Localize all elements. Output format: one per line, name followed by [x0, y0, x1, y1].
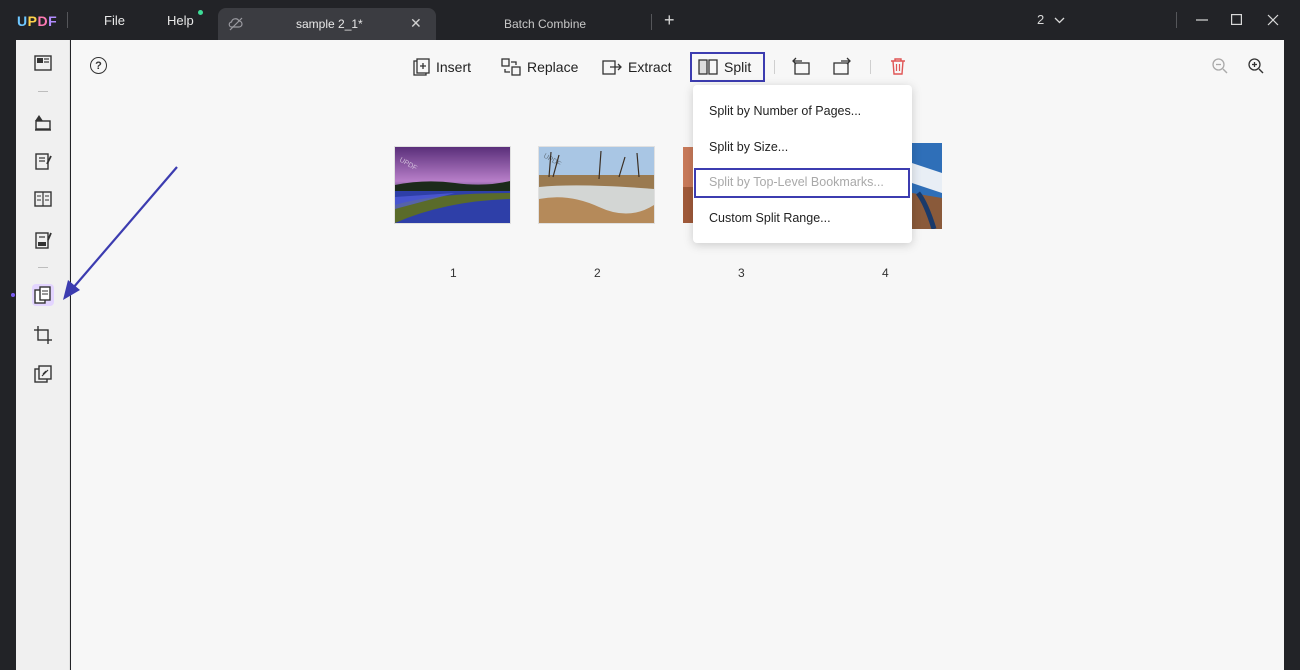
insert-button[interactable]: Insert [413, 56, 471, 78]
extract-icon [602, 60, 622, 75]
page-thumbnail-1[interactable]: UPDF [395, 147, 510, 223]
rotate-left-icon[interactable] [791, 56, 811, 76]
maximize-icon[interactable] [1231, 14, 1242, 25]
page-thumbnail-4[interactable] [912, 143, 942, 229]
cloud-off-icon [228, 16, 244, 32]
tab-title: sample 2_1* [296, 17, 363, 31]
comment-icon[interactable] [32, 111, 54, 133]
window-border [1284, 40, 1300, 670]
title-divider [67, 12, 68, 28]
replace-icon [501, 58, 521, 76]
updf-logo: UPDF [17, 13, 58, 29]
page-number: 1 [450, 266, 457, 280]
reader-icon[interactable] [32, 52, 54, 74]
window-divider [1176, 12, 1177, 28]
tab-document[interactable]: sample 2_1* ✕ [218, 8, 436, 40]
zoom-in-icon[interactable] [1246, 56, 1266, 76]
form-icon[interactable] [32, 229, 54, 251]
split-by-top-level-bookmarks: Split by Top-Level Bookmarks... [709, 175, 884, 189]
edit-icon[interactable] [32, 150, 54, 172]
page-thumbnail-2[interactable]: UPDF [539, 147, 654, 223]
window-count-dropdown[interactable]: 2 [1037, 12, 1065, 27]
help-icon[interactable]: ? [90, 57, 107, 74]
tab-divider [651, 14, 652, 30]
replace-button[interactable]: Replace [501, 56, 578, 78]
close-tab-icon[interactable]: ✕ [410, 15, 422, 32]
toolbar-divider [774, 60, 775, 74]
left-toolbar [11, 40, 70, 670]
chevron-down-icon [1054, 17, 1065, 24]
rotate-right-icon[interactable] [832, 56, 852, 76]
insert-icon [413, 58, 430, 76]
replace-label: Replace [527, 59, 579, 75]
extract-button[interactable]: Extract [602, 56, 672, 78]
organize-pages-icon[interactable] [32, 284, 54, 306]
split-menu: Split by Number of Pages... Split by Siz… [693, 85, 912, 243]
add-tab-icon[interactable]: + [664, 10, 675, 31]
insert-label: Insert [436, 59, 472, 75]
window-count: 2 [1037, 12, 1045, 27]
winter-creek-image [912, 143, 942, 229]
delete-icon[interactable] [888, 56, 908, 76]
split-by-number-of-pages[interactable]: Split by Number of Pages... [709, 104, 861, 118]
page-number: 2 [594, 266, 601, 280]
page-number: 3 [738, 266, 745, 280]
active-indicator-dot [11, 293, 15, 297]
organize-pages-view: ? Insert Replace Extract Split UPDF UPDF… [71, 40, 1284, 670]
rail-divider [38, 91, 48, 92]
toolbar-divider [870, 60, 871, 74]
split-by-size[interactable]: Split by Size... [709, 140, 788, 154]
page-number: 4 [882, 266, 889, 280]
split-icon [698, 59, 718, 75]
help-notification-dot [198, 10, 203, 15]
tab-batch-combine[interactable]: Batch Combine [504, 17, 586, 31]
split-button[interactable]: Split [690, 52, 765, 82]
close-window-icon[interactable] [1267, 14, 1279, 26]
crop-icon[interactable] [32, 324, 54, 346]
winter-pond-image: UPDF [539, 147, 654, 223]
extract-label: Extract [628, 59, 672, 75]
watermark-icon[interactable] [32, 363, 54, 385]
page-layout-icon[interactable] [32, 188, 54, 210]
lavender-field-image: UPDF [395, 147, 510, 223]
title-bar: UPDF File Help sample 2_1* ✕ Batch Combi… [0, 0, 1300, 40]
minimize-icon[interactable] [1196, 19, 1208, 21]
zoom-out-icon[interactable] [1210, 56, 1230, 76]
menu-help[interactable]: Help [167, 13, 194, 28]
split-label: Split [724, 59, 752, 75]
custom-split-range[interactable]: Custom Split Range... [709, 211, 831, 225]
menu-file[interactable]: File [104, 13, 125, 28]
rail-divider [38, 267, 48, 268]
